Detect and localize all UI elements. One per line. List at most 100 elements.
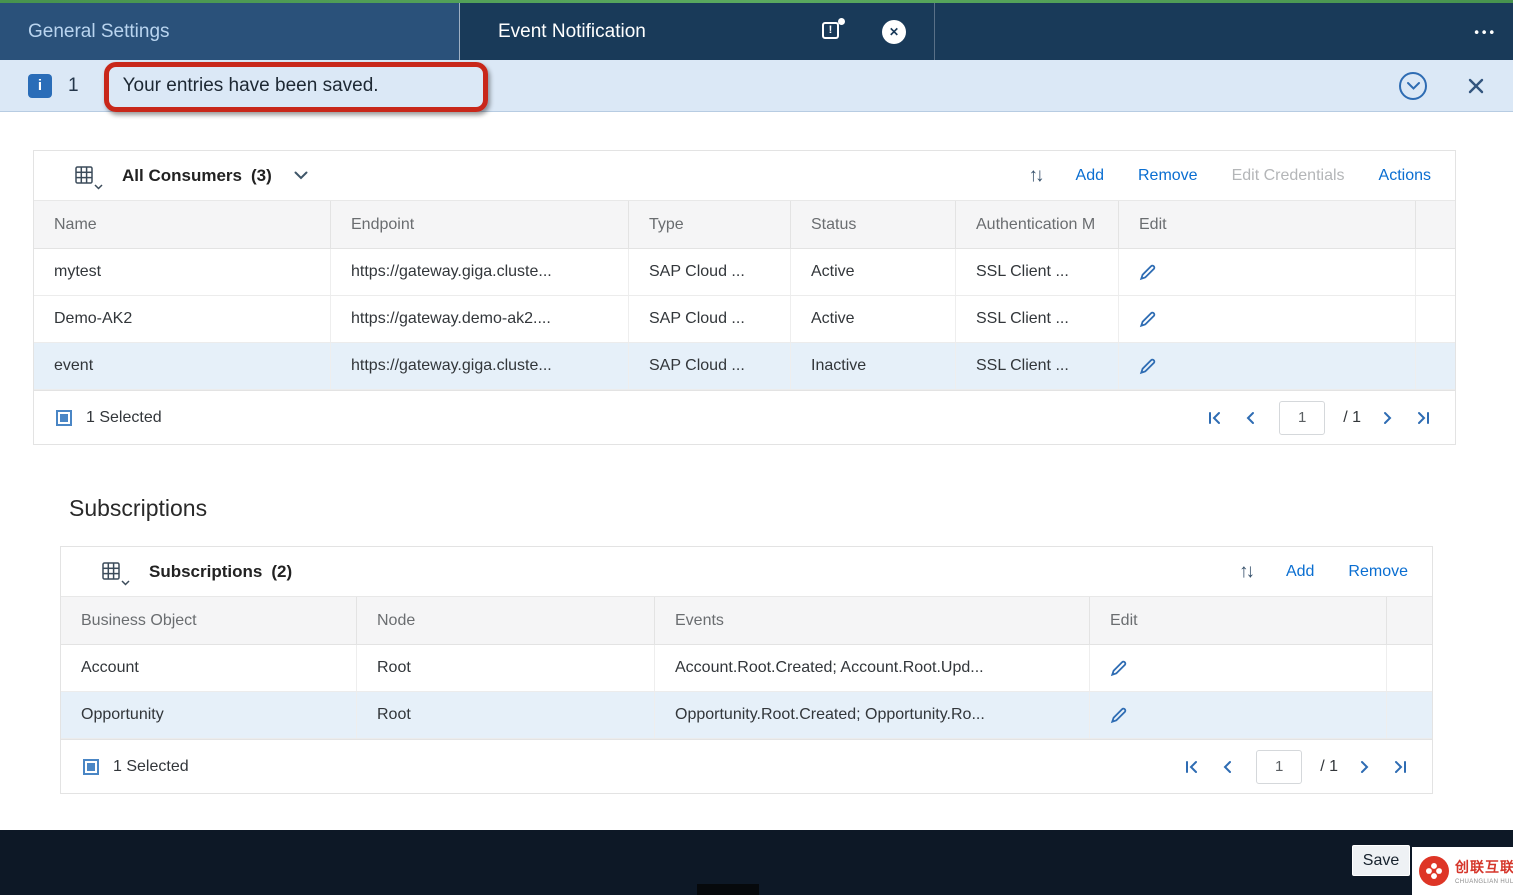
first-page-icon[interactable] [1182, 757, 1202, 777]
consumers-count: (3) [251, 166, 272, 186]
table-row[interactable]: Demo-AK2 https://gateway.demo-ak2.... SA… [34, 296, 1455, 343]
edit-pencil-icon[interactable] [1110, 706, 1128, 724]
tab-bar: General Settings Event Notification ! ✕ … [0, 3, 1513, 60]
edit-pencil-icon[interactable] [1139, 357, 1157, 375]
next-page-icon[interactable] [1377, 408, 1397, 428]
subscriptions-header-row: Business Object Node Events Edit [61, 597, 1432, 645]
column-header-name[interactable]: Name [34, 201, 331, 248]
consumers-title: All Consumers [122, 166, 242, 186]
column-header-edit[interactable]: Edit [1119, 201, 1416, 248]
subscriptions-title: Subscriptions [149, 562, 262, 582]
column-header-business-object[interactable]: Business Object [61, 597, 357, 644]
subscriptions-toolbar: Subscriptions (2) ↑↓ Add Remove [61, 547, 1432, 597]
cell-events: Account.Root.Created; Account.Root.Upd..… [655, 645, 1090, 691]
page-total: / 1 [1343, 409, 1361, 427]
message-text: Your entries have been saved. [123, 75, 379, 97]
view-switch-grid-icon[interactable] [101, 561, 123, 583]
column-header-events[interactable]: Events [655, 597, 1090, 644]
edit-credentials-button[interactable]: Edit Credentials [1232, 167, 1345, 185]
subscriptions-table: Subscriptions (2) ↑↓ Add Remove Business… [60, 546, 1433, 794]
cell-type: SAP Cloud ... [629, 296, 791, 342]
cell-business-object: Account [61, 645, 357, 691]
column-header-status[interactable]: Status [791, 201, 956, 248]
edit-pencil-icon[interactable] [1110, 659, 1128, 677]
variant-chevron-icon[interactable] [294, 171, 308, 180]
app-window: General Settings Event Notification ! ✕ … [0, 0, 1513, 895]
first-page-icon[interactable] [1205, 408, 1225, 428]
tab-event-notification[interactable]: Event Notification ! ✕ [460, 3, 935, 60]
cell-node: Root [357, 692, 655, 738]
selected-count: 1 Selected [113, 758, 189, 776]
page-total: / 1 [1320, 758, 1338, 776]
table-row-selected[interactable]: Opportunity Root Opportunity.Root.Create… [61, 692, 1432, 739]
next-page-icon[interactable] [1354, 757, 1374, 777]
edit-pencil-icon[interactable] [1139, 310, 1157, 328]
watermark: 创联互联 CHUANGLIAN HULIAN [1412, 847, 1513, 895]
subscriptions-heading: Subscriptions [69, 495, 207, 522]
previous-page-icon[interactable] [1218, 757, 1238, 777]
watermark-subtitle: CHUANGLIAN HULIAN [1455, 879, 1513, 885]
tab-close-icon[interactable]: ✕ [882, 20, 906, 44]
close-message-strip-icon[interactable] [1467, 77, 1485, 95]
bottom-notch [697, 884, 759, 895]
column-header-node[interactable]: Node [357, 597, 655, 644]
cell-name: mytest [34, 249, 331, 295]
consumers-header-row: Name Endpoint Type Status Authentication… [34, 201, 1455, 249]
cell-status: Inactive [791, 343, 956, 389]
cell-name: event [34, 343, 331, 389]
previous-page-icon[interactable] [1241, 408, 1261, 428]
cell-status: Active [791, 249, 956, 295]
sort-icon[interactable]: ↑↓ [1029, 165, 1042, 187]
tab-general-settings-label: General Settings [28, 21, 170, 43]
column-header-empty [1416, 201, 1455, 248]
tab-bar-rest: ••• [935, 3, 1513, 60]
info-icon: i [28, 74, 52, 98]
cell-events: Opportunity.Root.Created; Opportunity.Ro… [655, 692, 1090, 738]
add-consumer-button[interactable]: Add [1076, 167, 1104, 185]
cell-name: Demo-AK2 [34, 296, 331, 342]
column-header-endpoint[interactable]: Endpoint [331, 201, 629, 248]
cell-node: Root [357, 645, 655, 691]
sort-icon[interactable]: ↑↓ [1239, 561, 1252, 583]
cell-auth: SSL Client ... [956, 296, 1119, 342]
page-input[interactable]: 1 [1279, 401, 1325, 435]
tab-event-notification-label: Event Notification [498, 21, 646, 43]
column-header-empty [1387, 597, 1432, 644]
save-button[interactable]: Save [1352, 845, 1410, 876]
cell-auth: SSL Client ... [956, 249, 1119, 295]
remove-consumer-button[interactable]: Remove [1138, 167, 1198, 185]
last-page-icon[interactable] [1413, 408, 1433, 428]
view-switch-grid-icon[interactable] [74, 165, 96, 187]
watermark-logo-icon [1419, 856, 1449, 886]
subscriptions-footer: 1 Selected 1 / 1 [61, 739, 1432, 793]
column-header-type[interactable]: Type [629, 201, 791, 248]
column-header-auth[interactable]: Authentication M [956, 201, 1119, 248]
actions-button[interactable]: Actions [1379, 167, 1431, 185]
selection-indicator-icon [83, 759, 99, 775]
expand-messages-icon[interactable] [1399, 72, 1427, 100]
cell-status: Active [791, 296, 956, 342]
message-strip: i 1 Your entries have been saved. [0, 60, 1513, 112]
cell-endpoint: https://gateway.demo-ak2.... [331, 296, 629, 342]
notification-badge-icon[interactable]: ! [822, 22, 842, 42]
remove-subscription-button[interactable]: Remove [1348, 563, 1408, 581]
add-subscription-button[interactable]: Add [1286, 563, 1314, 581]
consumers-table: All Consumers (3) ↑↓ Add Remove Edit Cre… [33, 150, 1456, 445]
consumers-footer: 1 Selected 1 / 1 [34, 390, 1455, 444]
cell-endpoint: https://gateway.giga.cluste... [331, 249, 629, 295]
watermark-title: 创联互联 [1455, 857, 1513, 877]
cell-endpoint: https://gateway.giga.cluste... [331, 343, 629, 389]
last-page-icon[interactable] [1390, 757, 1410, 777]
table-row[interactable]: Account Root Account.Root.Created; Accou… [61, 645, 1432, 692]
column-header-edit[interactable]: Edit [1090, 597, 1387, 644]
subscriptions-count: (2) [271, 562, 292, 582]
cell-type: SAP Cloud ... [629, 249, 791, 295]
overflow-menu-icon[interactable]: ••• [1474, 24, 1497, 39]
page-input[interactable]: 1 [1256, 750, 1302, 784]
cell-auth: SSL Client ... [956, 343, 1119, 389]
table-row-selected[interactable]: event https://gateway.giga.cluste... SAP… [34, 343, 1455, 390]
tab-general-settings[interactable]: General Settings [0, 3, 460, 60]
edit-pencil-icon[interactable] [1139, 263, 1157, 281]
table-row[interactable]: mytest https://gateway.giga.cluste... SA… [34, 249, 1455, 296]
pagination: 1 / 1 [1182, 750, 1410, 784]
